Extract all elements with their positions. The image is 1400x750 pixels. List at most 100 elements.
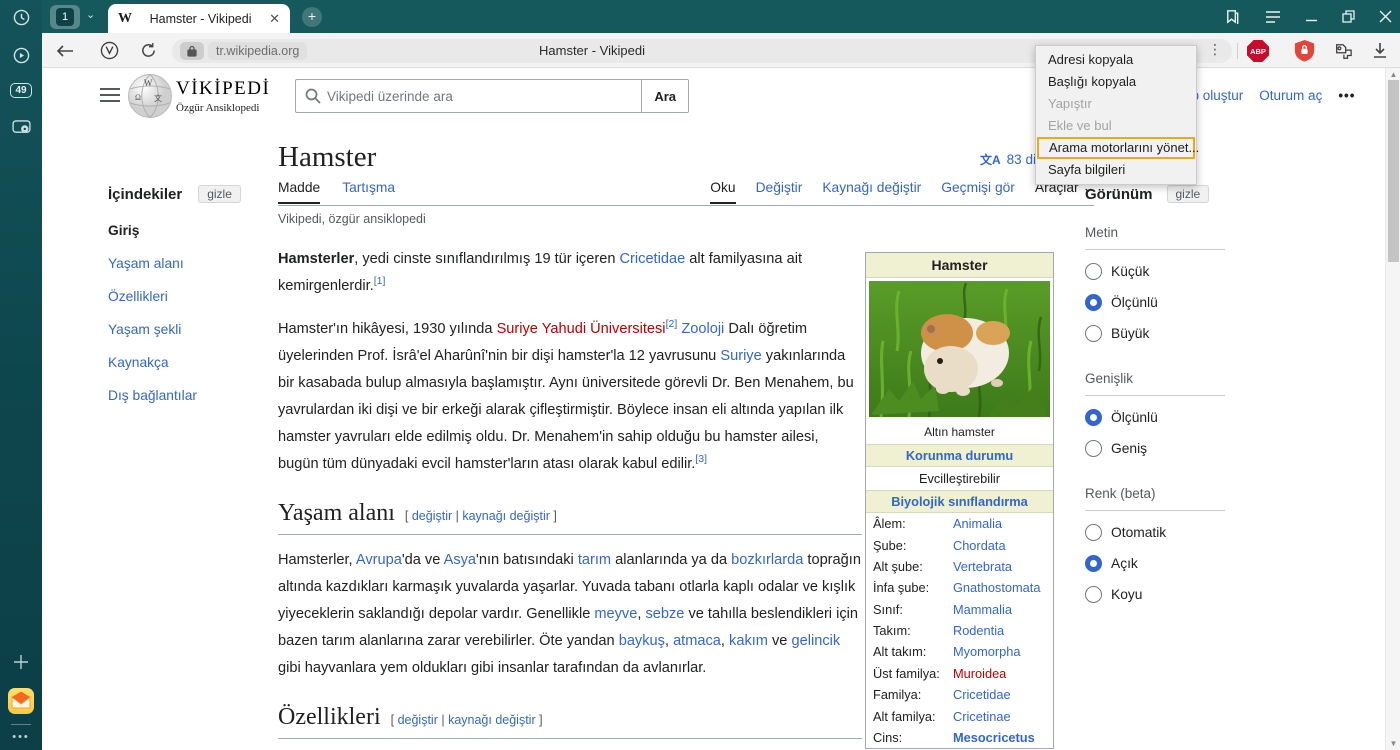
classification-header[interactable]: Biyolojik sınıflandırma — [866, 490, 1053, 513]
namespace-tab[interactable]: Madde — [278, 180, 320, 204]
taxonomy-value[interactable]: Cricetidae — [951, 684, 1053, 705]
taxonomy-value[interactable]: Rodentia — [951, 620, 1053, 641]
minimize-button[interactable] — [1305, 10, 1318, 23]
radio-button[interactable] — [1085, 555, 1102, 572]
context-menu-item[interactable]: Sayfa bilgileri — [1036, 159, 1196, 181]
toc-item[interactable]: Giriş — [108, 219, 273, 242]
restore-button[interactable] — [1342, 10, 1355, 23]
privacy-shield-extension-icon[interactable] — [1294, 33, 1315, 68]
wiki-link[interactable]: atmaca — [673, 633, 721, 649]
appearance-option[interactable]: Otomatik — [1085, 517, 1225, 548]
new-tab-button[interactable]: + — [302, 7, 322, 27]
toc-item[interactable]: Özellikleri — [108, 285, 273, 308]
radio-button[interactable] — [1085, 524, 1102, 541]
page-capture-icon[interactable] — [0, 120, 42, 135]
wiki-link[interactable]: Avrupa — [356, 552, 402, 568]
tab-counter-badge[interactable]: 49 — [0, 83, 42, 98]
toc-item[interactable]: Dış bağlantılar — [108, 384, 273, 407]
reload-icon[interactable] — [140, 33, 157, 68]
taxonomy-value[interactable]: Muroidea — [951, 663, 1053, 684]
workspace-button[interactable]: 1 — [50, 5, 80, 29]
passwords-keys-icon[interactable] — [1332, 33, 1354, 68]
taxonomy-value[interactable]: Mammalia — [951, 599, 1053, 620]
download-icon[interactable] — [1372, 33, 1388, 68]
taxonomy-value[interactable]: Gnathostomata — [951, 577, 1053, 598]
appearance-option[interactable]: Açık — [1085, 548, 1225, 579]
appearance-option[interactable]: Koyu — [1085, 579, 1225, 610]
appearance-option[interactable]: Ölçünlü — [1085, 287, 1225, 318]
browser-tab[interactable]: W Hamster - Vikipedi ✕ — [108, 4, 290, 33]
media-play-icon[interactable] — [0, 47, 42, 64]
scrollbar-thumb[interactable] — [1388, 80, 1399, 262]
workspace-chevron-icon[interactable]: ⌄ — [86, 8, 95, 21]
taxonomy-value[interactable]: Myomorpha — [951, 641, 1053, 662]
toc-item[interactable]: Yaşam şekli — [108, 318, 273, 341]
main-menu-icon[interactable] — [100, 88, 120, 102]
sidebar-more-icon[interactable]: ••• — [0, 731, 42, 743]
wiki-link[interactable]: meyve — [594, 606, 637, 622]
radio-button[interactable] — [1085, 325, 1102, 342]
appearance-option[interactable]: Ölçünlü — [1085, 402, 1225, 433]
mail-webpanel-icon[interactable] — [0, 688, 42, 714]
edit-link[interactable]: değiştir — [412, 509, 452, 523]
wiki-link[interactable]: bozkırlarda — [731, 552, 803, 568]
taxonomy-value[interactable]: Vertebrata — [951, 556, 1053, 577]
view-tab[interactable]: Değiştir — [756, 180, 803, 204]
language-selector[interactable]: 文A 83 dil — [980, 151, 1039, 168]
back-icon[interactable] — [56, 33, 74, 68]
radio-button[interactable] — [1085, 263, 1102, 280]
conservation-status-header[interactable]: Korunma durumu — [866, 444, 1053, 467]
radio-button[interactable] — [1085, 294, 1102, 311]
toc-item[interactable]: Yaşam alanı — [108, 252, 273, 275]
appearance-option[interactable]: Büyük — [1085, 318, 1225, 349]
menu-icon[interactable] — [1265, 11, 1281, 23]
radio-button[interactable] — [1085, 440, 1102, 457]
view-tab[interactable]: Kaynağı değiştir — [822, 180, 921, 204]
wiki-link[interactable]: gelincik — [791, 633, 840, 649]
close-button[interactable] — [1379, 10, 1392, 23]
taxonomy-value[interactable]: Mesocricetus — [951, 727, 1053, 748]
radio-button[interactable] — [1085, 409, 1102, 426]
vivaldi-icon[interactable] — [100, 33, 119, 68]
header-link[interactable]: Oturum aç — [1259, 88, 1322, 103]
scroll-up-icon[interactable]: ▲ — [1386, 70, 1400, 79]
toc-item[interactable]: Kaynakça — [108, 351, 273, 374]
history-clock-icon[interactable] — [0, 9, 42, 26]
view-tab[interactable]: Oku — [710, 180, 735, 204]
taxonomy-value[interactable]: Cricetinae — [951, 705, 1053, 726]
scroll-down-icon[interactable]: ▼ — [1386, 739, 1400, 748]
edit-link[interactable]: kaynağı değiştir — [448, 713, 536, 727]
lock-icon[interactable] — [180, 42, 204, 60]
header-link[interactable]: ••• — [1338, 88, 1355, 103]
add-web-panel-icon[interactable] — [0, 653, 42, 671]
taxobox-image[interactable] — [866, 278, 1053, 423]
tab-close-icon[interactable]: ✕ — [269, 11, 280, 27]
context-menu-item[interactable]: Adresi kopyala — [1036, 49, 1196, 71]
search-button[interactable]: Ara — [641, 80, 688, 112]
wiki-link[interactable]: Cricetidae — [620, 251, 686, 267]
appearance-hide-button[interactable]: gizle — [1167, 185, 1210, 203]
page-scrollbar[interactable]: ▲ ▼ — [1385, 68, 1400, 750]
wikipedia-wordmark[interactable]: VİKİPEDİ Özgür Ansiklopedi — [176, 78, 270, 114]
radio-button[interactable] — [1085, 586, 1102, 603]
appearance-option[interactable]: Geniş — [1085, 433, 1225, 464]
wiki-link[interactable]: kakım — [729, 633, 768, 649]
wikipedia-globe-logo[interactable]: W Ω 文 — [127, 73, 173, 124]
taxonomy-value[interactable]: Animalia — [951, 513, 1053, 534]
wiki-link[interactable]: baykuş — [619, 633, 665, 649]
wiki-link[interactable]: Asya — [444, 552, 476, 568]
wiki-link[interactable]: Zooloji — [681, 321, 724, 337]
view-tab[interactable]: Geçmişi gör — [941, 180, 1015, 204]
wiki-link[interactable]: Suriye — [720, 348, 761, 364]
toc-hide-button[interactable]: gizle — [198, 185, 241, 203]
edit-link[interactable]: değiştir — [398, 713, 438, 727]
panel-toggle-icon[interactable] — [1224, 8, 1241, 25]
adblock-extension-icon[interactable]: ABP — [1247, 40, 1269, 62]
citation-link[interactable]: [2] — [666, 318, 678, 330]
wiki-link[interactable]: tarım — [578, 552, 611, 568]
citation-link[interactable]: [3] — [695, 453, 707, 465]
citation-link[interactable]: [1] — [374, 275, 386, 287]
context-menu-item[interactable]: Arama motorlarını yönet... — [1039, 139, 1193, 157]
namespace-tab[interactable]: Tartışma — [342, 180, 395, 204]
wiki-link[interactable]: sebze — [645, 606, 684, 622]
